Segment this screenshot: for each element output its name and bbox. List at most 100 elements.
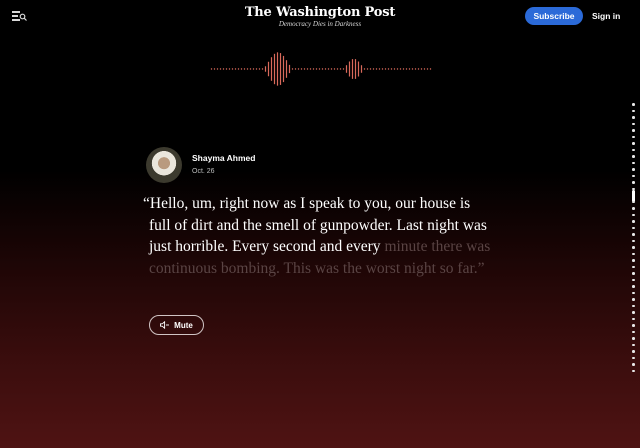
waveform-dot (222, 68, 225, 70)
avatar (146, 147, 182, 183)
publish-date: Oct. 26 (192, 168, 215, 175)
progress-dot[interactable] (632, 356, 635, 359)
waveform-bar (276, 52, 279, 86)
progress-dot[interactable] (632, 317, 635, 320)
story-progress-scrubber[interactable] (630, 100, 636, 380)
waveform-dot (252, 68, 255, 70)
progress-dot[interactable] (632, 369, 635, 372)
progress-dot[interactable] (632, 155, 635, 158)
progress-dot[interactable] (632, 233, 635, 236)
waveform-dot (261, 68, 264, 70)
progress-dot[interactable] (632, 343, 635, 346)
waveform-dot (237, 68, 240, 70)
progress-dot[interactable] (632, 226, 635, 229)
waveform-dot (297, 68, 300, 70)
progress-dot[interactable] (632, 272, 635, 275)
author-name: Shayma Ahmed (192, 153, 256, 163)
progress-dot[interactable] (632, 116, 635, 119)
author-block: Shayma Ahmed Oct. 26 (146, 147, 255, 183)
progress-dot[interactable] (632, 181, 635, 184)
waveform-dot (363, 68, 366, 70)
progress-dot[interactable] (632, 298, 635, 301)
waveform-bar (264, 66, 267, 72)
waveform-dot (312, 68, 315, 70)
waveform-dot (339, 68, 342, 70)
waveform-dot (240, 68, 243, 70)
progress-dot[interactable] (632, 220, 635, 223)
waveform-dot (243, 68, 246, 70)
waveform-dot (405, 68, 408, 70)
progress-dot[interactable] (632, 324, 635, 327)
waveform-dot (216, 68, 219, 70)
waveform-dot (303, 68, 306, 70)
waveform-dot (324, 68, 327, 70)
waveform-dot (318, 68, 321, 70)
waveform-bar (273, 53, 276, 85)
waveform-dot (231, 68, 234, 70)
waveform-bar (279, 53, 282, 85)
waveform-dot (378, 68, 381, 70)
progress-dot[interactable] (632, 330, 635, 333)
waveform-dot (219, 68, 222, 70)
progress-dot[interactable] (632, 304, 635, 307)
waveform-dot (384, 68, 387, 70)
progress-dot[interactable] (632, 135, 635, 138)
progress-dot[interactable] (632, 207, 635, 210)
waveform-dot (417, 68, 420, 70)
subscribe-button[interactable]: Subscribe (525, 7, 583, 25)
progress-dot[interactable] (632, 246, 635, 249)
waveform-dot (399, 68, 402, 70)
progress-dot[interactable] (632, 213, 635, 216)
progress-dot[interactable] (632, 148, 635, 151)
sign-in-link[interactable]: Sign in (592, 7, 620, 25)
progress-dot[interactable] (632, 278, 635, 281)
progress-dot[interactable] (632, 252, 635, 255)
progress-dot[interactable] (632, 239, 635, 242)
mute-button[interactable]: Mute (149, 315, 204, 335)
waveform-dot (294, 68, 297, 70)
waveform-dot (402, 68, 405, 70)
waveform-bar (348, 61, 351, 77)
waveform-dot (225, 68, 228, 70)
waveform-dot (429, 68, 432, 70)
waveform-dot (414, 68, 417, 70)
waveform-bar (288, 64, 291, 74)
waveform-dot (300, 68, 303, 70)
waveform-dot (246, 68, 249, 70)
progress-dot[interactable] (632, 311, 635, 314)
waveform-dot (306, 68, 309, 70)
waveform-bar (345, 65, 348, 73)
waveform-bar (267, 61, 270, 77)
progress-dot[interactable] (632, 174, 635, 177)
waveform-dot (387, 68, 390, 70)
progress-dot[interactable] (632, 109, 635, 112)
progress-dot[interactable] (632, 291, 635, 294)
waveform-dot (249, 68, 252, 70)
progress-dot[interactable] (632, 265, 635, 268)
waveform-dot (426, 68, 429, 70)
progress-dot[interactable] (632, 363, 635, 366)
waveform-dot (210, 68, 213, 70)
progress-dot[interactable] (632, 161, 635, 164)
progress-dot[interactable] (632, 200, 635, 203)
waveform-dot (381, 68, 384, 70)
waveform-dot (327, 68, 330, 70)
waveform-dot (372, 68, 375, 70)
progress-dot[interactable] (632, 142, 635, 145)
progress-dot[interactable] (632, 103, 635, 106)
progress-dot[interactable] (632, 259, 635, 262)
waveform-bar (270, 57, 273, 81)
waveform-dot (234, 68, 237, 70)
audio-waveform (210, 52, 432, 86)
progress-dot[interactable] (632, 337, 635, 340)
waveform-dot (366, 68, 369, 70)
progress-dot[interactable] (632, 129, 635, 132)
waveform-bar (357, 61, 360, 77)
waveform-bar (285, 60, 288, 78)
progress-dot[interactable] (632, 122, 635, 125)
waveform-dot (375, 68, 378, 70)
progress-dot[interactable] (632, 168, 635, 171)
progress-dot[interactable] (632, 285, 635, 288)
waveform-dot (333, 68, 336, 70)
progress-dot[interactable] (632, 350, 635, 353)
